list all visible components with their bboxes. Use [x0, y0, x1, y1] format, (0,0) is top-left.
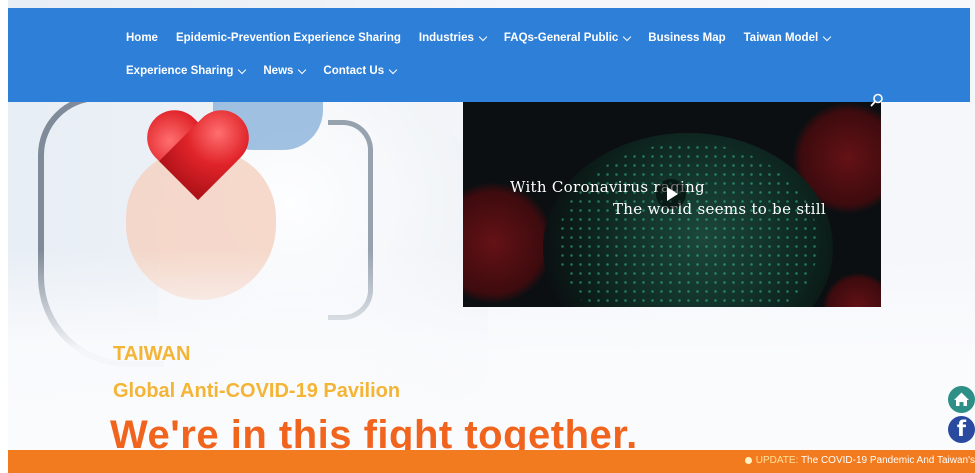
nav-item-label: Industries	[418, 32, 474, 44]
nav-item-label: News	[263, 65, 294, 77]
ticker-label: UPDATE:	[755, 455, 799, 466]
nav-item-faqs[interactable]: FAQs-General Public	[503, 32, 632, 44]
nav-row-1: Home Epidemic-Prevention Experience Shar…	[126, 32, 848, 44]
hero-subtitle: Global Anti-COVID-19 Pavilion	[113, 380, 401, 402]
play-icon[interactable]	[656, 179, 686, 209]
nav-item-industries[interactable]: Industries	[418, 32, 488, 44]
facebook-button[interactable]: f	[948, 416, 975, 443]
nav-item-news[interactable]: News	[263, 65, 307, 77]
chevron-down-icon	[388, 65, 398, 74]
home-icon	[954, 392, 969, 406]
hero-title: TAIWAN	[113, 343, 191, 365]
news-ticker[interactable]: UPDATE: The COVID-19 Pandemic And Taiwan…	[8, 450, 975, 473]
chevron-down-icon	[623, 32, 632, 41]
nav-item-label: FAQs-General Public	[503, 32, 619, 44]
nav-item-label: Taiwan Model	[743, 32, 819, 44]
heart-image	[148, 112, 248, 207]
nav-item-label: Home	[126, 32, 158, 44]
nav-item-label: Business Map	[648, 32, 726, 44]
ticker-dot-icon	[744, 457, 752, 464]
video-caption-line-2: The world seems to be still	[613, 200, 826, 218]
search-icon[interactable]	[870, 93, 884, 107]
facebook-icon: f	[956, 417, 967, 441]
nav-item-contact-us[interactable]: Contact Us	[323, 65, 398, 77]
video-top-overlay	[463, 73, 881, 102]
page: Home Epidemic-Prevention Experience Shar…	[0, 0, 975, 473]
nav-row-2: Experience Sharing News Contact Us	[126, 65, 414, 77]
ticker-headline[interactable]: The COVID-19 Pandemic And Taiwan's	[801, 455, 975, 466]
nav-item-label: Epidemic-Prevention Experience Sharing	[175, 32, 401, 44]
virus-graphic	[823, 273, 881, 307]
chevron-down-icon	[478, 32, 488, 41]
chevron-down-icon	[298, 65, 307, 74]
intro-video-player[interactable]: With Coronavirus raging The world seems …	[463, 73, 881, 307]
home-button[interactable]	[948, 386, 975, 413]
nav-item-taiwan-model[interactable]: Taiwan Model	[743, 32, 832, 44]
ticker-content[interactable]: UPDATE: The COVID-19 Pandemic And Taiwan…	[744, 455, 975, 466]
nav-item-home[interactable]: Home	[126, 32, 158, 44]
chevron-down-icon	[238, 65, 247, 74]
nav-item-experience-sharing[interactable]: Experience Sharing	[126, 65, 247, 77]
nav-item-label: Experience Sharing	[126, 65, 234, 77]
nav-item-business-map[interactable]: Business Map	[648, 32, 725, 44]
chevron-down-icon	[822, 32, 832, 41]
nav-item-epidemic-prevention[interactable]: Epidemic-Prevention Experience Sharing	[176, 32, 401, 44]
virus-graphic	[463, 183, 553, 303]
nav-item-label: Contact Us	[323, 65, 385, 77]
